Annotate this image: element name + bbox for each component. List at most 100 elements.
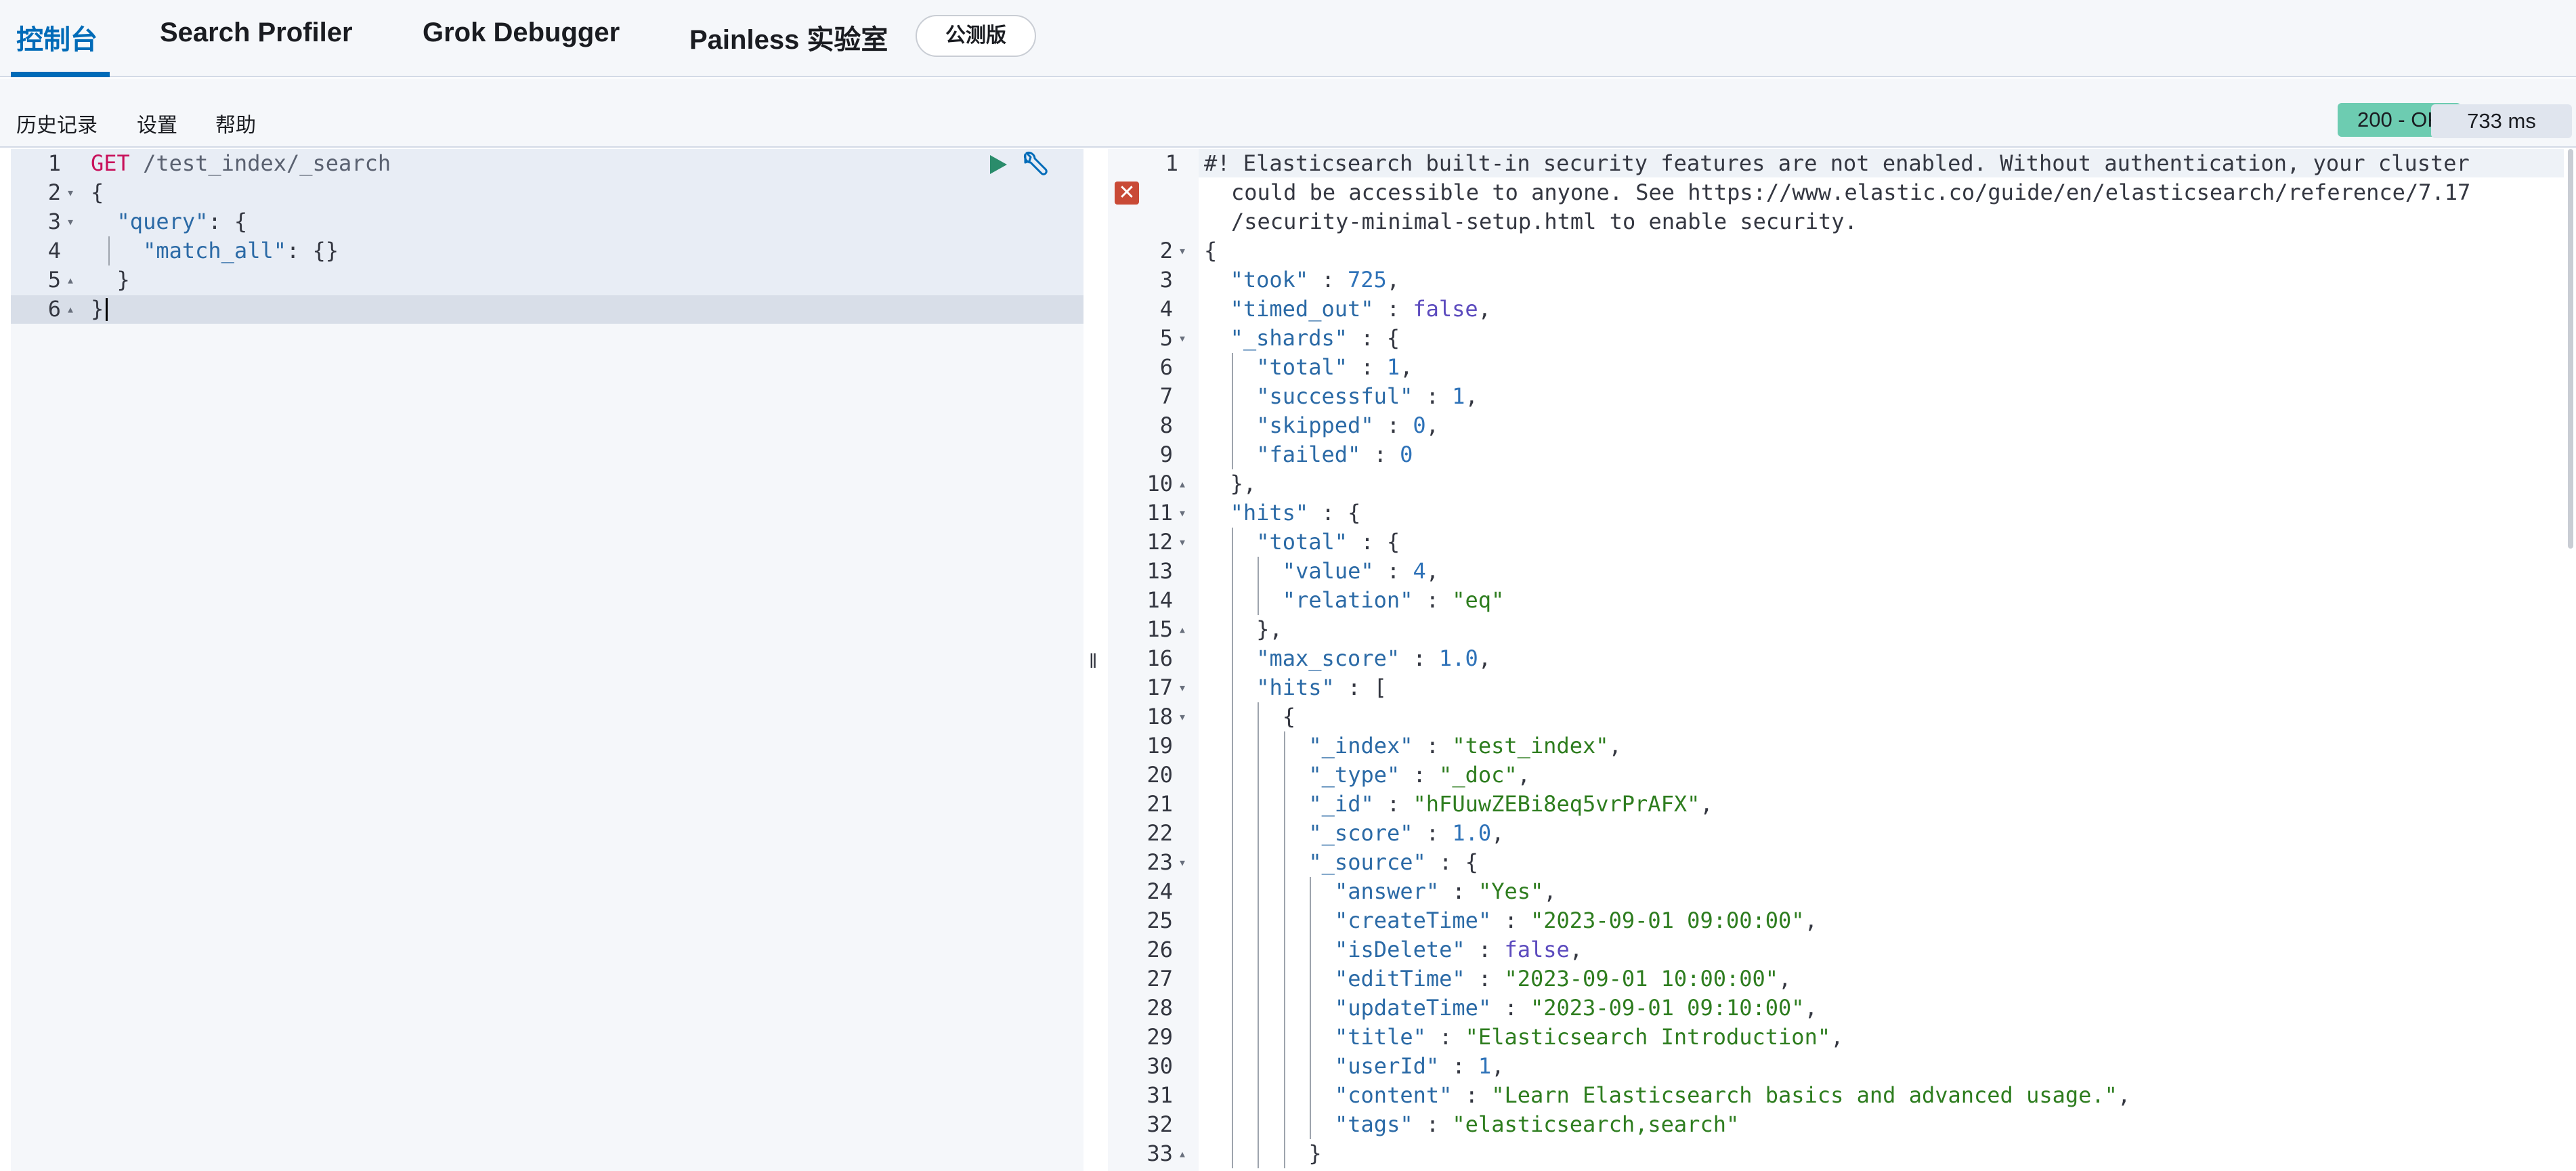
fold-arrow-up-icon[interactable]: ▴ (1178, 615, 1186, 644)
line-number: 17 (1146, 675, 1173, 700)
line-number: 1 (47, 150, 61, 176)
top-tab-bar: 控制台 Search Profiler Grok Debugger Painle… (0, 0, 2576, 77)
json-comma: , (1491, 820, 1505, 846)
json-key: "isDelete" (1335, 937, 1465, 962)
fold-arrow-down-icon[interactable]: ▾ (66, 207, 74, 236)
indent-guide (1231, 1139, 1233, 1168)
indent-guide (1231, 673, 1233, 702)
response-line: "skipped" : 0, (1256, 411, 1439, 440)
line-number: 30 (1146, 1053, 1173, 1079)
line-number: 20 (1146, 762, 1173, 788)
tab-console[interactable]: 控制台 (16, 18, 98, 57)
line-number: 9 (1159, 442, 1173, 467)
json-key: "max_score" (1256, 645, 1400, 671)
line-number: 8 (1159, 412, 1173, 438)
json-key: "title" (1335, 1024, 1426, 1050)
json-separator: : (1373, 412, 1413, 438)
line-number: 5 (1159, 325, 1173, 351)
json-value: "elasticsearch,search" (1452, 1111, 1740, 1137)
settings-link[interactable]: 设置 (137, 108, 177, 138)
tab-grok-debugger[interactable]: Grok Debugger (423, 18, 620, 48)
json-key: "_type" (1308, 762, 1400, 788)
fold-arrow-up-icon[interactable]: ▴ (1178, 469, 1186, 498)
line-number: 16 (1146, 645, 1173, 671)
request-path: /test_index/_search (129, 150, 391, 176)
json-key: "match_all" (143, 238, 286, 263)
tab-painless-lab[interactable]: Painless 实验室 (689, 18, 888, 57)
json-value: [ (1373, 675, 1387, 700)
http-method: GET (91, 150, 130, 176)
line-number: 11 (1146, 500, 1173, 526)
json-separator: : (1400, 645, 1439, 671)
line-number: 3 (1159, 267, 1173, 293)
fold-arrow-down-icon[interactable]: ▾ (1178, 848, 1186, 877)
json-comma: , (1386, 267, 1400, 293)
json-separator: : (1413, 383, 1453, 409)
indent-guide (1283, 819, 1285, 848)
indent-guide (1283, 1110, 1285, 1139)
json-comma: , (1491, 1053, 1505, 1079)
json-comma: , (1400, 354, 1413, 380)
json-separator: : (1439, 1053, 1478, 1079)
history-link[interactable]: 历史记录 (16, 108, 98, 138)
json-key: "hits" (1230, 500, 1309, 526)
json-key: "total" (1256, 529, 1348, 555)
fold-arrow-down-icon[interactable]: ▾ (1178, 673, 1186, 702)
json-comma: , (1543, 878, 1557, 904)
line-number: 28 (1146, 995, 1173, 1021)
line-number: 25 (1146, 908, 1173, 933)
fold-arrow-down-icon[interactable]: ▾ (66, 178, 74, 207)
fold-arrow-up-icon[interactable]: ▴ (1178, 1139, 1186, 1168)
indent-guide (1231, 353, 1233, 382)
warning-line-3: /security-minimal-setup.html to enable s… (1231, 209, 1858, 234)
json-value: 1.0 (1452, 820, 1492, 846)
wrench-icon[interactable] (1018, 150, 1048, 177)
indent-guide (1258, 1110, 1260, 1139)
indent-guide (1283, 935, 1285, 964)
response-line: "hits" : { (1230, 498, 1361, 528)
json-separator: : (1308, 500, 1348, 526)
json-value: 1 (1452, 383, 1465, 409)
fold-arrow-down-icon[interactable]: ▾ (1178, 324, 1186, 353)
json-value: 0 (1413, 412, 1426, 438)
response-line: "content" : "Learn Elasticsearch basics … (1335, 1081, 2130, 1110)
resize-handle-icon[interactable]: ‖ (1089, 650, 1097, 673)
line-number: 14 (1146, 587, 1173, 613)
response-line: "successful" : 1, (1256, 382, 1478, 411)
indent-guide (1231, 644, 1233, 673)
response-line: "max_score" : 1.0, (1256, 644, 1491, 673)
fold-arrow-down-icon[interactable]: ▾ (1178, 498, 1186, 528)
fold-arrow-up-icon[interactable]: ▴ (66, 295, 74, 324)
panel-resizer[interactable]: ‖ (1083, 149, 1108, 1171)
response-line: "_source" : { (1308, 848, 1478, 877)
json-key: "content" (1335, 1082, 1453, 1108)
indent-guide (1258, 935, 1260, 964)
json-value: false (1504, 937, 1570, 962)
indent-guide (1310, 1023, 1312, 1052)
indent-guide (1231, 615, 1233, 644)
response-line: "total" : { (1256, 528, 1400, 557)
json-separator: : (1491, 908, 1530, 933)
json-separator: : (1413, 587, 1453, 613)
indent-guide (1231, 790, 1233, 819)
json-separator: : (1491, 995, 1530, 1021)
fold-arrow-down-icon[interactable]: ▾ (1178, 236, 1186, 265)
json-separator: : (1452, 1082, 1492, 1108)
fold-arrow-down-icon[interactable]: ▾ (1178, 528, 1186, 557)
play-icon[interactable] (986, 153, 1009, 176)
indent-guide (1231, 528, 1233, 557)
error-icon[interactable]: ✕ (1115, 182, 1139, 205)
tab-search-profiler[interactable]: Search Profiler (160, 18, 353, 48)
response-scrollbar-thumb[interactable] (2568, 149, 2573, 549)
fold-arrow-up-icon[interactable]: ▴ (66, 265, 74, 295)
request-line-2: { (91, 178, 104, 207)
response-line: } (1308, 1139, 1321, 1168)
indent-guide (1283, 877, 1285, 906)
help-link[interactable]: 帮助 (215, 108, 256, 138)
line-number: 23 (1146, 849, 1173, 875)
indent-guide (1283, 1081, 1285, 1110)
indent-guide (1258, 731, 1260, 761)
fold-arrow-down-icon[interactable]: ▾ (1178, 702, 1186, 731)
json-comma: , (1478, 645, 1491, 671)
indent-guide (1231, 411, 1233, 440)
